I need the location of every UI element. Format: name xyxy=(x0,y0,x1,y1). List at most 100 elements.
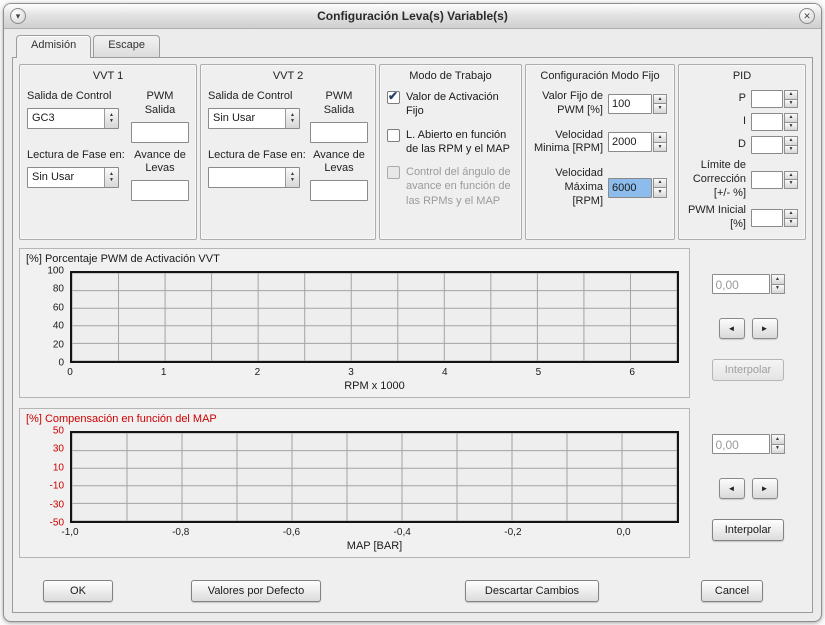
spin-up-button[interactable]: ▲ xyxy=(653,178,667,189)
window-title: Configuración Leva(s) Variable(s) xyxy=(26,9,799,23)
spin-up-button[interactable]: ▲ xyxy=(784,136,798,146)
window-menu-button[interactable]: ▾ xyxy=(10,8,26,24)
x-tick-label: 4 xyxy=(442,367,448,378)
cancel-button[interactable]: Cancel xyxy=(701,580,763,602)
spin-value[interactable] xyxy=(751,209,783,227)
option-lazo-abierto[interactable]: ✔ L. Abierto en función de las RPM y el … xyxy=(387,128,514,157)
valor-fijo-pwm-spinner[interactable]: 100 ▲ ▼ xyxy=(608,94,667,114)
map-next-point-button[interactable]: ► xyxy=(752,478,778,499)
pid-p-spinner[interactable]: ▲ ▼ xyxy=(751,90,798,108)
vvt2-pwm-field[interactable] xyxy=(310,122,368,143)
pwm-chart-section: [%] Porcentaje PWM de Activación VVT RPM… xyxy=(19,248,806,398)
pid-pwm-inicial-spinner[interactable]: ▲ ▼ xyxy=(751,209,798,227)
y-tick-label: 40 xyxy=(53,321,64,332)
spin-up-button[interactable]: ▲ xyxy=(771,434,785,445)
map-chart-plot[interactable]: MAP [BAR] 503010-10-30-50-1,0-0,8-0,6-0,… xyxy=(70,431,679,523)
spin-down-button[interactable]: ▼ xyxy=(784,123,798,132)
spin-value[interactable]: 100 xyxy=(608,94,652,114)
vvt1-lectura-combo[interactable]: Sin Usar ▲▼ xyxy=(27,167,119,188)
close-icon: ✕ xyxy=(803,12,811,21)
map-prev-point-button[interactable]: ◄ xyxy=(719,478,745,499)
vvt2-lectura-label: Lectura de Fase en: xyxy=(208,149,300,163)
title-bar[interactable]: ▾ Configuración Leva(s) Variable(s) ✕ xyxy=(4,4,821,29)
vvt1-salida-combo[interactable]: GC3 ▲▼ xyxy=(27,108,119,129)
spin-value[interactable] xyxy=(751,90,783,108)
x-tick-label: 3 xyxy=(348,367,354,378)
spin-down-button[interactable]: ▼ xyxy=(771,445,785,455)
y-tick-label: 100 xyxy=(47,266,64,277)
spin-down-button[interactable]: ▼ xyxy=(653,143,667,153)
pwm-chart-panel: [%] Porcentaje PWM de Activación VVT RPM… xyxy=(19,248,690,398)
pwm-chart-title: [%] Porcentaje PWM de Activación VVT xyxy=(26,253,683,265)
discard-changes-button[interactable]: Descartar Cambios xyxy=(465,580,599,602)
group-title-modo: Modo de Trabajo xyxy=(387,70,514,82)
option-valor-activacion-fijo[interactable]: ✔ Valor de Activación Fijo xyxy=(387,90,514,119)
velocidad-minima-row: Velocidad Minima [RPM] 2000 ▲ ▼ xyxy=(533,129,667,157)
pwm-chart-plot[interactable]: RPM x 1000 1008060402000123456 xyxy=(70,271,679,363)
pwm-interpolar-button[interactable]: Interpolar xyxy=(712,359,784,381)
map-interpolar-button[interactable]: Interpolar xyxy=(712,519,784,541)
spin-value[interactable]: 0,00 xyxy=(712,434,770,454)
spin-down-button[interactable]: ▼ xyxy=(771,285,785,295)
x-tick-label: 5 xyxy=(536,367,542,378)
dialog-content: Admisión Escape VVT 1 Salida de Control … xyxy=(4,29,821,621)
checkbox[interactable]: ✔ xyxy=(387,91,400,104)
spin-down-button[interactable]: ▼ xyxy=(784,146,798,155)
spin-value[interactable]: 6000 xyxy=(608,178,652,198)
spin-down-button[interactable]: ▼ xyxy=(784,100,798,109)
spin-down-button[interactable]: ▼ xyxy=(784,180,798,189)
combo-arrows-icon[interactable]: ▲▼ xyxy=(285,109,299,128)
spin-up-button[interactable]: ▲ xyxy=(653,132,667,143)
pid-limite-row: Límite de Corrección [+/- %] ▲ ▼ xyxy=(686,159,798,200)
spin-up-button[interactable]: ▲ xyxy=(784,90,798,100)
group-modo-fijo: Configuración Modo Fijo Valor Fijo de PW… xyxy=(525,64,675,240)
pwm-next-point-button[interactable]: ► xyxy=(752,318,778,339)
spin-up-button[interactable]: ▲ xyxy=(771,274,785,285)
pwm-prev-point-button[interactable]: ◄ xyxy=(719,318,745,339)
vvt2-lectura-combo[interactable]: ▲▼ xyxy=(208,167,300,188)
vvt1-pwm-field[interactable] xyxy=(131,122,189,143)
valor-fijo-pwm-row: Valor Fijo de PWM [%] 100 ▲ ▼ xyxy=(533,90,667,118)
spin-value[interactable]: 0,00 xyxy=(712,274,770,294)
group-title-modo-fijo: Configuración Modo Fijo xyxy=(533,70,667,82)
vvt1-pwm-label: PWM Salida xyxy=(131,90,189,118)
vvt2-salida-value: Sin Usar xyxy=(209,109,285,128)
velocidad-minima-spinner[interactable]: 2000 ▲ ▼ xyxy=(608,132,667,152)
y-tick-label: 30 xyxy=(53,444,64,455)
spin-value[interactable] xyxy=(751,171,783,189)
spin-up-button[interactable]: ▲ xyxy=(784,171,798,181)
combo-arrows-icon[interactable]: ▲▼ xyxy=(285,168,299,187)
close-button[interactable]: ✕ xyxy=(799,8,815,24)
pid-limite-spinner[interactable]: ▲ ▼ xyxy=(751,171,798,189)
spin-up-button[interactable]: ▲ xyxy=(784,113,798,123)
tab-admision[interactable]: Admisión xyxy=(16,35,91,58)
pid-d-spinner[interactable]: ▲ ▼ xyxy=(751,136,798,154)
spin-up-button[interactable]: ▲ xyxy=(784,209,798,219)
vvt2-avance-field[interactable] xyxy=(310,180,368,201)
spin-down-button[interactable]: ▼ xyxy=(784,219,798,228)
vvt1-avance-field[interactable] xyxy=(131,180,189,201)
defaults-button[interactable]: Valores por Defecto xyxy=(191,580,321,602)
ok-button[interactable]: OK xyxy=(43,580,113,602)
spin-value[interactable] xyxy=(751,113,783,131)
dialog-window: ▾ Configuración Leva(s) Variable(s) ✕ Ad… xyxy=(3,3,822,622)
map-value-spinner[interactable]: 0,00 ▲ ▼ xyxy=(712,434,785,454)
group-title-vvt1: VVT 1 xyxy=(27,70,189,82)
vvt2-salida-combo[interactable]: Sin Usar ▲▼ xyxy=(208,108,300,129)
spin-down-button[interactable]: ▼ xyxy=(653,188,667,198)
spin-value[interactable] xyxy=(751,136,783,154)
spin-up-button[interactable]: ▲ xyxy=(653,94,667,105)
valor-fijo-pwm-label: Valor Fijo de PWM [%] xyxy=(533,90,603,118)
velocidad-maxima-spinner[interactable]: 6000 ▲ ▼ xyxy=(608,178,667,198)
arrow-left-icon: ◄ xyxy=(728,484,736,493)
tab-escape[interactable]: Escape xyxy=(93,35,160,57)
pwm-value-spinner[interactable]: 0,00 ▲ ▼ xyxy=(712,274,785,294)
combo-arrows-icon[interactable]: ▲▼ xyxy=(104,109,118,128)
checkbox[interactable]: ✔ xyxy=(387,129,400,142)
spin-value[interactable]: 2000 xyxy=(608,132,652,152)
pid-i-spinner[interactable]: ▲ ▼ xyxy=(751,113,798,131)
spin-down-button[interactable]: ▼ xyxy=(653,104,667,114)
vvt2-lectura-value xyxy=(209,168,285,187)
combo-arrows-icon[interactable]: ▲▼ xyxy=(104,168,118,187)
y-tick-label: -30 xyxy=(50,499,64,510)
